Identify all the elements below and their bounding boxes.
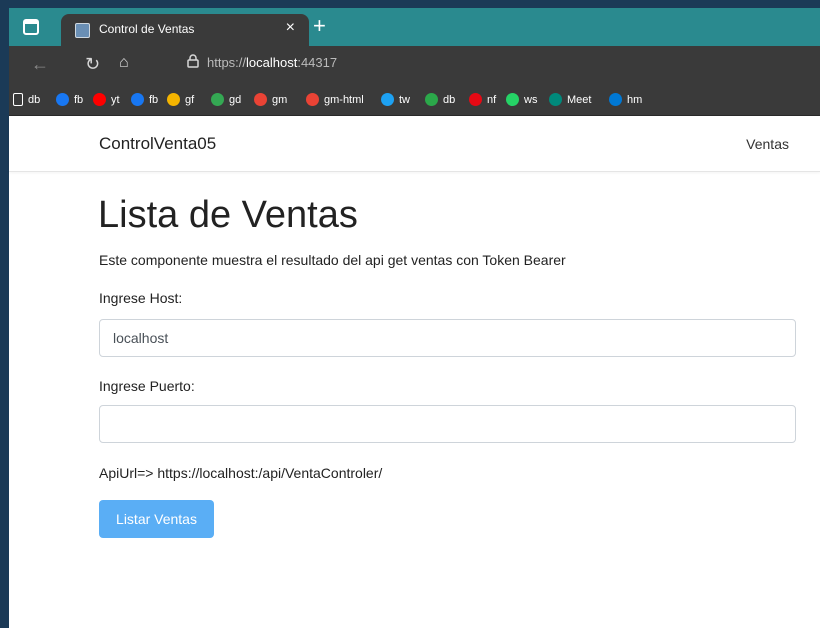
bookmark-label: gd	[229, 93, 242, 106]
bookmark-yt-2[interactable]: yt	[93, 93, 120, 106]
bookmark-db-9[interactable]: db	[425, 93, 455, 106]
tab-actions-icon[interactable]	[23, 19, 39, 35]
bookmark-label: tw	[399, 93, 410, 106]
bookmark-label: gf	[185, 93, 195, 106]
facebook-icon	[56, 93, 69, 106]
bookmark-gm-html-7[interactable]: gm-html	[306, 93, 364, 106]
bookmark-gf-4[interactable]: gf	[167, 93, 194, 106]
bookmark-gm-6[interactable]: gm	[254, 93, 287, 106]
app-navbar: ControlVenta05 Ventas	[9, 116, 820, 172]
facebook-icon	[131, 93, 144, 106]
bookmark-hm-13[interactable]: hm	[609, 93, 642, 106]
bookmark-fb-1[interactable]: fb	[56, 93, 83, 106]
bookmark-meet-12[interactable]: Meet	[549, 93, 591, 106]
meet-icon	[549, 93, 562, 106]
outlook-icon	[609, 93, 622, 106]
bookmark-label: fb	[149, 93, 159, 106]
netflix-icon	[469, 93, 482, 106]
back-arrow-icon[interactable]: ←	[31, 54, 49, 75]
bookmark-fb-3[interactable]: fb	[131, 93, 158, 106]
page-content: ControlVenta05 Ventas Lista de Ventas Es…	[9, 116, 820, 628]
bookmark-gd-5[interactable]: gd	[211, 93, 241, 106]
bookmark-label: yt	[111, 93, 120, 106]
refresh-icon[interactable]: ↻	[85, 54, 100, 75]
browser-tab[interactable]: Control de Ventas ×	[61, 14, 309, 46]
bookmark-label: gm-html	[324, 93, 364, 106]
host-input[interactable]	[99, 319, 796, 357]
page-favicon-icon	[75, 23, 90, 38]
pinwheel-icon	[167, 93, 180, 106]
bookmark-label: fb	[74, 93, 84, 106]
bookmarks-bar: db fb yt fb gf gd gm gm-html tw db nf ws Meet hm	[9, 84, 820, 116]
bookmark-label: nf	[487, 93, 497, 106]
gmail-icon	[306, 93, 319, 106]
page-description: Este componente muestra el resultado del…	[99, 252, 566, 268]
bookmark-label: hm	[627, 93, 643, 106]
browser-toolbar: ← ↻ ⌂ https://localhost:44317	[9, 46, 820, 84]
address-port: :44317	[297, 55, 338, 70]
address-prefix: https://	[207, 55, 247, 70]
address-host: localhost	[246, 55, 298, 70]
bookmark-nf-10[interactable]: nf	[469, 93, 496, 106]
db-icon	[425, 93, 438, 106]
page-title: Lista de Ventas	[98, 194, 358, 236]
bookmark-label: ws	[524, 93, 538, 106]
host-label: Ingrese Host:	[99, 290, 183, 306]
twitter-icon	[381, 93, 394, 106]
page-icon	[13, 93, 23, 106]
address-bar[interactable]: https://localhost:44317	[207, 55, 337, 70]
whatsapp-icon	[506, 93, 519, 106]
gmail-icon	[254, 93, 267, 106]
tab-title: Control de Ventas	[99, 22, 195, 36]
tab-bar: Control de Ventas × +	[9, 8, 820, 46]
lock-icon[interactable]	[187, 54, 199, 68]
port-label: Ingrese Puerto:	[99, 378, 195, 394]
app-brand[interactable]: ControlVenta05	[99, 134, 216, 154]
bookmark-tw-8[interactable]: tw	[381, 93, 410, 106]
bookmark-ws-11[interactable]: ws	[506, 93, 537, 106]
google-drive-icon	[211, 93, 224, 106]
new-tab-icon[interactable]: +	[313, 13, 326, 39]
nav-link-ventas[interactable]: Ventas	[746, 136, 789, 152]
api-url-text: ApiUrl=> https://localhost:/api/VentaCon…	[99, 465, 383, 481]
home-icon[interactable]: ⌂	[119, 54, 129, 72]
bookmark-label: db	[443, 93, 456, 106]
youtube-icon	[93, 93, 106, 106]
bookmark-label: db	[28, 93, 41, 106]
port-input[interactable]	[99, 405, 796, 443]
listar-ventas-button[interactable]: Listar Ventas	[99, 500, 214, 538]
bookmark-label: gm	[272, 93, 288, 106]
bookmark-label: Meet	[567, 93, 592, 106]
close-tab-icon[interactable]: ×	[286, 19, 295, 37]
bookmark-db-0[interactable]: db	[13, 93, 40, 106]
